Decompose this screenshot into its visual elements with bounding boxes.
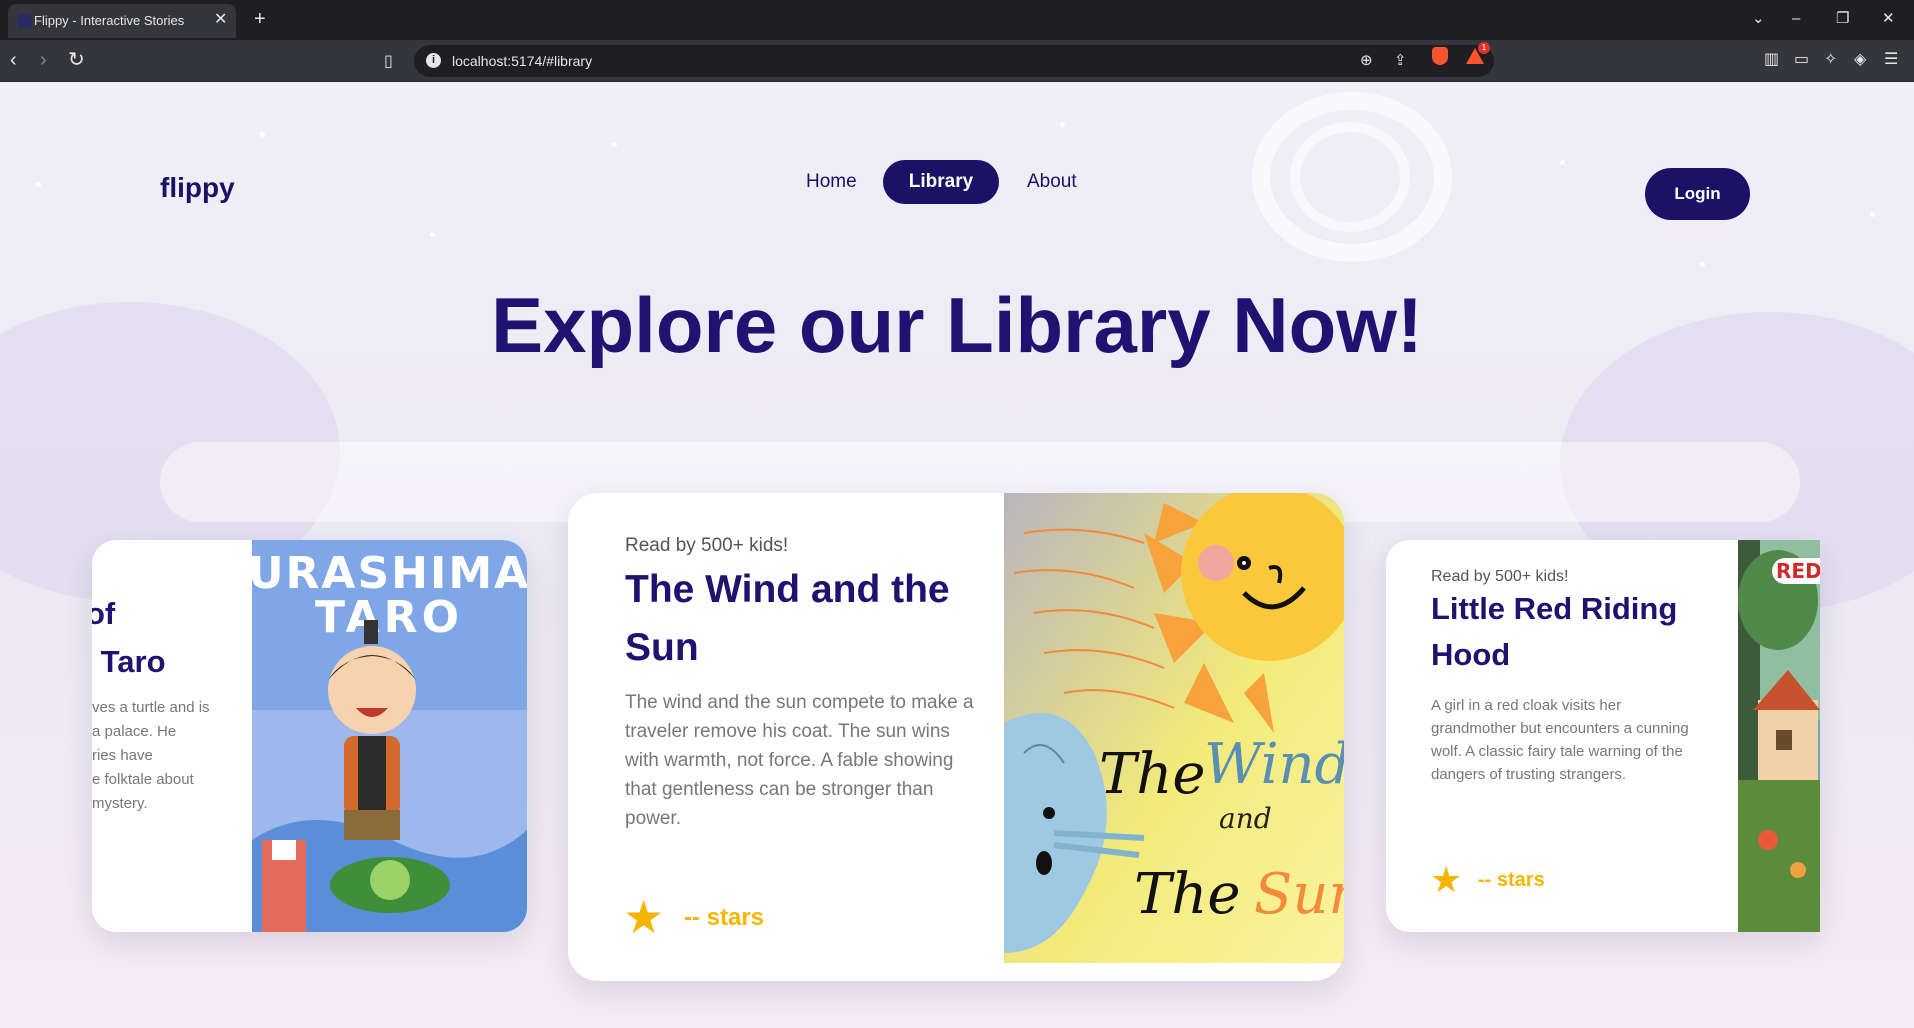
reload-icon[interactable]: ↻ <box>68 48 85 72</box>
share-icon[interactable]: ⇪ <box>1394 51 1407 71</box>
story-card-urashima[interactable]: of Taro ves a turtle and is a palace. He… <box>92 540 527 932</box>
card-text-area: of Taro ves a turtle and is a palace. He… <box>92 540 252 932</box>
card-title: Little Red Riding Hood <box>1431 591 1678 672</box>
snowflake <box>612 142 617 147</box>
brave-shield-icon[interactable] <box>1432 47 1448 65</box>
snowflake <box>430 232 435 237</box>
star-icon: ★ <box>623 891 665 943</box>
page-title: Explore our Library Now! <box>491 281 1423 369</box>
vpn-icon[interactable]: ◈ <box>1854 50 1866 70</box>
rating: -- stars <box>684 904 765 931</box>
svg-text:The: The <box>1134 862 1241 927</box>
tab-title: Flippy - Interactive Stories <box>34 13 185 28</box>
wallet-icon[interactable]: ▭ <box>1794 50 1809 70</box>
card-cover-image: RED <box>1738 540 1820 932</box>
snowflake <box>260 132 265 137</box>
restore-icon[interactable]: ❐ <box>1836 8 1849 30</box>
tab-list-icon[interactable]: ⌄ <box>1752 8 1765 30</box>
card-description: ves a turtle and is a palace. He ries ha… <box>92 699 210 812</box>
card-title-part: Taro <box>100 644 166 679</box>
leo-icon[interactable]: ✧ <box>1824 50 1837 70</box>
menu-icon[interactable]: ☰ <box>1884 50 1898 70</box>
snowflake <box>1870 212 1875 217</box>
cover-text: Wind <box>1204 732 1344 797</box>
favicon-icon <box>18 14 32 28</box>
card-cover-image: The Wind and The Sun <box>1004 493 1344 963</box>
svg-text:TARO: TARO <box>315 592 463 643</box>
cover-text: RED <box>1776 559 1820 583</box>
logo[interactable]: flippy <box>160 172 235 204</box>
bookmark-icon[interactable]: ▯ <box>384 50 393 74</box>
url-text[interactable]: localhost:5174/#library <box>452 53 592 69</box>
card-title: The Wind and the Sun <box>625 568 950 669</box>
close-tab-icon[interactable]: ✕ <box>214 10 227 30</box>
info-icon[interactable]: i <box>426 53 441 68</box>
read-count: Read by 500+ kids! <box>625 535 789 556</box>
window-close-icon[interactable]: ✕ <box>1882 8 1895 30</box>
nav-about[interactable]: About <box>1027 171 1077 193</box>
card-title-part: of <box>92 596 116 631</box>
bg-flower-inner <box>1290 122 1410 232</box>
minimize-icon[interactable]: – <box>1792 8 1800 30</box>
back-icon[interactable]: ‹ <box>10 48 17 72</box>
browser-tab[interactable]: Flippy - Interactive Stories ✕ <box>8 4 236 38</box>
snowflake <box>1700 262 1705 267</box>
notification-badge: 1 <box>1478 42 1490 54</box>
snowflake <box>1060 122 1065 127</box>
address-bar: ‹ › ↻ ▯ i localhost:5174/#library ⊕ ⇪ 1 … <box>0 40 1914 82</box>
nav-home[interactable]: Home <box>806 171 857 193</box>
nav-library[interactable]: Library <box>883 160 999 204</box>
page: flippy Home Library About Login Explore … <box>0 82 1914 1028</box>
svg-text:and: and <box>1219 802 1272 835</box>
card-description: The wind and the sun compete to make a t… <box>625 692 974 829</box>
sidebar-icon[interactable]: ▥ <box>1764 50 1779 70</box>
url-field[interactable]: i localhost:5174/#library ⊕ ⇪ <box>414 45 1494 77</box>
star-icon: ★ <box>1430 859 1463 900</box>
zoom-icon[interactable]: ⊕ <box>1360 51 1373 71</box>
card-cover-image: URASHIMA TARO <box>252 540 527 932</box>
svg-text:The: The <box>1099 742 1206 807</box>
svg-text:Sun: Sun <box>1254 862 1344 927</box>
browser-tabbar: Flippy - Interactive Stories ✕ + ⌄ – ❐ ✕ <box>0 0 1914 40</box>
card-description: A girl in a red cloak visits her grandmo… <box>1431 697 1689 783</box>
story-card-red-riding-hood[interactable]: Read by 500+ kids! Little Red Riding Hoo… <box>1386 540 1820 932</box>
snowflake <box>36 182 41 187</box>
story-card-wind-sun[interactable]: Read by 500+ kids! The Wind and the Sun … <box>568 493 1344 981</box>
snowflake <box>1560 160 1565 165</box>
rating: -- stars <box>1478 869 1545 891</box>
forward-icon[interactable]: › <box>40 48 47 72</box>
login-button[interactable]: Login <box>1645 168 1750 220</box>
read-count: Read by 500+ kids! <box>1431 568 1569 585</box>
new-tab-icon[interactable]: + <box>254 8 266 30</box>
